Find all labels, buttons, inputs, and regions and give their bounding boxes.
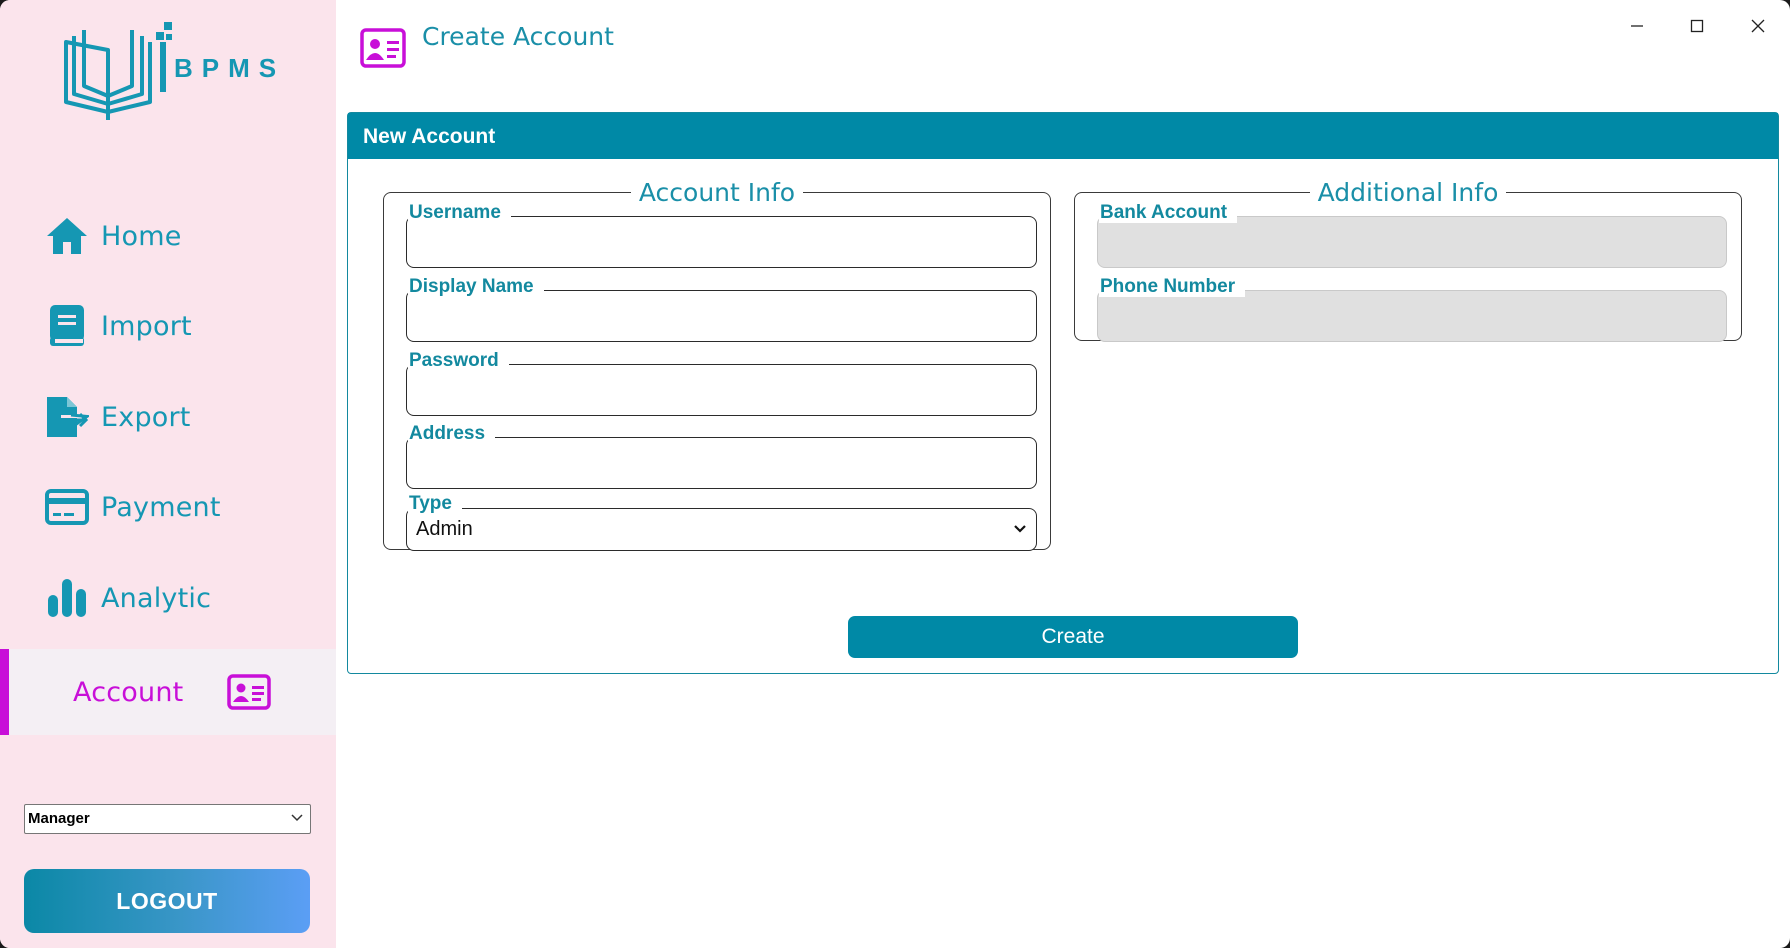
password-input[interactable] bbox=[414, 372, 1029, 410]
username-input[interactable] bbox=[414, 224, 1029, 262]
sidebar-item-label: Import bbox=[101, 310, 192, 342]
chevron-down-icon bbox=[290, 810, 304, 828]
type-label: Type bbox=[408, 494, 462, 514]
sidebar-item-payment[interactable]: Payment bbox=[0, 464, 336, 550]
password-label: Password bbox=[408, 351, 509, 371]
display-name-input[interactable] bbox=[414, 298, 1029, 336]
minimize-button[interactable] bbox=[1617, 14, 1657, 42]
address-field[interactable]: Address bbox=[406, 424, 1037, 489]
sidebar-item-label: Account bbox=[73, 676, 184, 708]
sidebar-item-account[interactable]: Account bbox=[0, 649, 336, 735]
type-select-value: Admin bbox=[416, 518, 473, 540]
bank-account-label: Bank Account bbox=[1099, 203, 1238, 223]
phone-number-field: Phone Number bbox=[1097, 277, 1727, 342]
logout-button[interactable]: LOGOUT bbox=[24, 869, 310, 933]
chevron-down-icon bbox=[1013, 522, 1027, 541]
file-export-icon bbox=[45, 395, 89, 439]
username-label: Username bbox=[408, 203, 511, 223]
type-select[interactable]: Type Admin bbox=[406, 494, 1037, 551]
sidebar-item-analytic[interactable]: Analytic bbox=[0, 555, 336, 641]
role-select-value: Manager bbox=[28, 810, 90, 827]
phone-number-input bbox=[1105, 298, 1719, 336]
sidebar-item-export[interactable]: Export bbox=[0, 374, 336, 460]
id-card-icon bbox=[227, 670, 271, 714]
logo-text: BPMS bbox=[174, 53, 285, 83]
address-input[interactable] bbox=[414, 445, 1029, 483]
home-icon bbox=[45, 214, 89, 258]
create-button[interactable]: Create bbox=[848, 616, 1298, 658]
sidebar-item-home[interactable]: Home bbox=[0, 193, 336, 279]
additional-info-legend: Additional Info bbox=[1317, 178, 1499, 207]
address-label: Address bbox=[408, 424, 496, 444]
sidebar-item-label: Export bbox=[101, 401, 191, 433]
sidebar-item-import[interactable]: Import bbox=[0, 283, 336, 369]
bank-account-field: Bank Account bbox=[1097, 203, 1727, 268]
role-select[interactable]: Manager bbox=[24, 804, 311, 834]
page-title: Create Account bbox=[422, 22, 614, 51]
maximize-icon bbox=[1690, 19, 1704, 38]
phone-number-label: Phone Number bbox=[1099, 277, 1246, 297]
bank-account-input bbox=[1105, 224, 1719, 262]
display-name-label: Display Name bbox=[408, 277, 544, 297]
minimize-icon bbox=[1630, 19, 1644, 38]
panel-title: New Account bbox=[348, 113, 1778, 159]
credit-card-icon bbox=[45, 485, 89, 529]
id-card-icon bbox=[360, 28, 406, 68]
sidebar-item-label: Payment bbox=[101, 491, 221, 523]
app-window: BPMS Home Import Export Payment Analytic… bbox=[0, 0, 1790, 948]
close-icon bbox=[1751, 19, 1765, 38]
sidebar-item-label: Home bbox=[101, 220, 182, 252]
bpms-logo: BPMS bbox=[58, 20, 290, 126]
password-field[interactable]: Password bbox=[406, 351, 1037, 416]
new-account-panel: New Account Account Info Username Displa… bbox=[347, 112, 1779, 674]
sidebar: BPMS Home Import Export Payment Analytic… bbox=[0, 0, 336, 948]
book-icon bbox=[45, 304, 89, 348]
maximize-button[interactable] bbox=[1677, 14, 1717, 42]
bar-chart-icon bbox=[45, 576, 89, 620]
close-button[interactable] bbox=[1738, 14, 1778, 42]
sidebar-item-label: Analytic bbox=[101, 582, 212, 614]
display-name-field[interactable]: Display Name bbox=[406, 277, 1037, 342]
account-info-legend: Account Info bbox=[638, 178, 796, 207]
username-field[interactable]: Username bbox=[406, 203, 1037, 268]
